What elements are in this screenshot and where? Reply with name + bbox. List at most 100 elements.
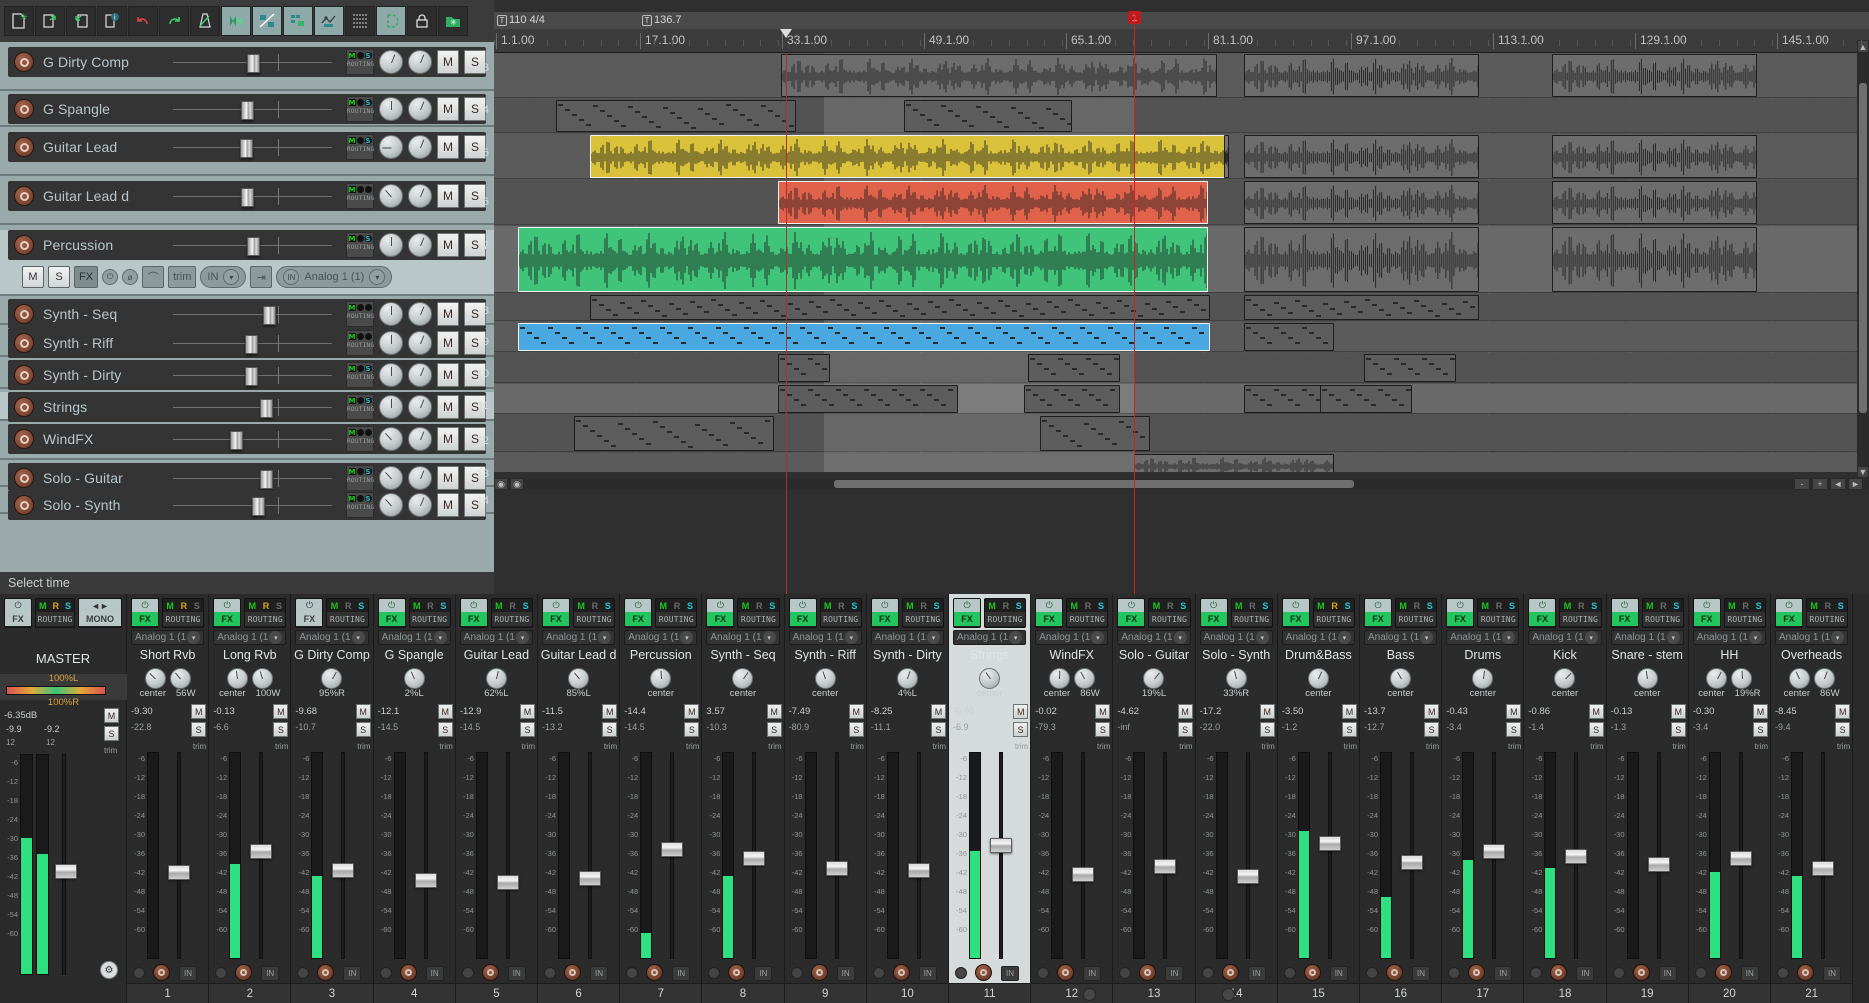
channel-peak-value[interactable]: -12.7 <box>1364 722 1385 732</box>
channel-rec-indicator[interactable]: R <box>509 601 516 611</box>
channel-record-arm-button[interactable] <box>400 964 417 981</box>
channel-solo-button[interactable]: S <box>520 722 535 737</box>
master-fader-cap[interactable] <box>55 864 77 879</box>
track-volume-slider[interactable] <box>169 428 336 450</box>
channel-routing-button[interactable]: MRSROUTING <box>409 598 451 628</box>
record-arm-button[interactable] <box>14 304 34 324</box>
chevron-down-icon[interactable]: ▾ <box>434 631 447 644</box>
channel-fader-track[interactable] <box>917 752 921 959</box>
channel-input-selector[interactable]: Analog 1 (1▾ <box>1528 630 1601 645</box>
arrange-scroll-right-button[interactable]: ► <box>1848 478 1863 490</box>
channel-solo-button[interactable]: S <box>931 722 946 737</box>
power-icon[interactable]: ⏻ <box>461 599 487 612</box>
track-panel[interactable]: StringsMSROUTINGMS11 <box>0 392 494 421</box>
channel-io-button[interactable]: IN <box>919 966 937 981</box>
mixer-channel-strip[interactable]: ⏻FXMRSROUTINGAnalog 1 (1▾Solo - Guitar19… <box>1113 594 1195 1003</box>
channel-routing-button[interactable]: MRSROUTING <box>1559 598 1601 628</box>
channel-mute-button[interactable]: M <box>1835 704 1850 719</box>
channel-volume-value[interactable]: -3.50 <box>1282 706 1304 717</box>
channel-io-button[interactable]: IN <box>1576 966 1594 981</box>
track-volume-slider[interactable] <box>169 396 336 418</box>
mixer-channel-strip[interactable]: ⏻FXMRSROUTINGAnalog 1 (1▾Synth - Seqcent… <box>702 594 784 1003</box>
channel-mute-indicator[interactable]: M <box>577 601 585 611</box>
channel-peak-value[interactable]: -80.9 <box>789 722 810 732</box>
channel-record-arm-button[interactable] <box>153 964 170 981</box>
power-icon[interactable]: ⏻ <box>5 599 31 612</box>
track-pan-knob[interactable] <box>379 331 403 355</box>
channel-fader-track[interactable] <box>588 752 592 959</box>
track-width-knob[interactable] <box>408 184 432 208</box>
channel-routing-button[interactable]: MRSROUTING <box>162 598 204 628</box>
channel-pan-knob[interactable] <box>979 668 1000 689</box>
channel-solo-button[interactable]: S <box>1424 722 1439 737</box>
track-width-knob[interactable] <box>408 493 432 517</box>
master-mute-indicator[interactable]: M <box>39 601 47 611</box>
channel-pan-knob[interactable] <box>404 668 425 689</box>
channel-peak-value[interactable]: -1.2 <box>1282 722 1298 732</box>
channel-volume-value[interactable]: -0.13 <box>1611 706 1633 717</box>
channel-trim-label[interactable]: trim <box>1015 742 1028 751</box>
channel-volume-value[interactable]: -8.25 <box>871 706 893 717</box>
channel-width-value[interactable]: 19%R <box>1735 688 1761 699</box>
channel-solo-button[interactable]: S <box>1835 722 1850 737</box>
channel-fader-cap[interactable] <box>1319 836 1341 851</box>
channel-volume-value[interactable]: -14.4 <box>624 706 646 717</box>
channel-fader-cap[interactable] <box>908 863 930 878</box>
track-name[interactable]: Synth - Riff <box>43 335 163 351</box>
power-icon[interactable]: ⏻ <box>872 599 898 612</box>
chevron-down-icon[interactable]: ▾ <box>1502 631 1515 644</box>
channel-trim-label[interactable]: trim <box>1590 742 1603 751</box>
track-pan-knob[interactable] <box>379 97 403 121</box>
channel-envelope-button[interactable] <box>1119 967 1131 979</box>
channel-pan-knob[interactable] <box>732 668 753 689</box>
track-fx-bypass-icon[interactable]: ⏻ <box>102 269 118 285</box>
channel-solo-indicator[interactable]: S <box>769 601 775 611</box>
media-item[interactable] <box>590 135 1228 178</box>
channel-volume-value[interactable]: -0.02 <box>1035 706 1057 717</box>
project-info-icon[interactable]: i <box>97 6 127 36</box>
track-pan-knob[interactable] <box>379 184 403 208</box>
channel-solo-indicator[interactable]: S <box>358 601 364 611</box>
channel-mute-button[interactable]: M <box>931 704 946 719</box>
channel-mute-indicator[interactable]: M <box>1728 601 1736 611</box>
channel-trim-label[interactable]: trim <box>933 742 946 751</box>
track-volume-slider[interactable] <box>169 467 336 489</box>
track-pan-knob[interactable] <box>379 466 403 490</box>
channel-pan-knob[interactable] <box>1226 668 1247 689</box>
channel-mute-button[interactable]: M <box>1178 704 1193 719</box>
tempo-marker[interactable]: T110 4/4 <box>497 14 545 26</box>
channel-fx-button[interactable]: ⏻FX <box>542 598 570 628</box>
channel-name[interactable]: G Dirty Comp <box>291 645 372 665</box>
channel-mute-indicator[interactable]: M <box>1317 601 1325 611</box>
channel-rec-indicator[interactable]: R <box>1825 601 1832 611</box>
channel-io-button[interactable]: IN <box>1165 966 1183 981</box>
chevron-down-icon[interactable]: ▾ <box>352 631 365 644</box>
channel-solo-button[interactable]: S <box>273 722 288 737</box>
chevron-down-icon[interactable]: ▾ <box>1174 631 1187 644</box>
mixer-channel-strip[interactable]: ⏻FXMRSROUTINGAnalog 1 (1▾Drumscenter-0.4… <box>1442 594 1524 1003</box>
channel-record-arm-button[interactable] <box>1797 964 1814 981</box>
channel-rec-indicator[interactable]: R <box>427 601 434 611</box>
record-arm-button[interactable] <box>14 137 34 157</box>
channel-input-selector[interactable]: Analog 1 (1▾ <box>378 630 451 645</box>
channel-solo-button[interactable]: S <box>1013 722 1028 737</box>
channel-rec-indicator[interactable]: R <box>674 601 681 611</box>
channel-record-arm-button[interactable] <box>1550 964 1567 981</box>
channel-mute-indicator[interactable]: M <box>1071 601 1079 611</box>
channel-solo-button[interactable]: S <box>1260 722 1275 737</box>
channel-input-selector[interactable]: Analog 1 (1▾ <box>1364 630 1437 645</box>
track-pan-knob[interactable] <box>379 233 403 257</box>
channel-fader-cap[interactable] <box>661 842 683 857</box>
channel-envelope-button[interactable] <box>1448 967 1460 979</box>
mixer-channel-strip[interactable]: ⏻FXMRSROUTINGAnalog 1 (1▾Percussioncente… <box>620 594 702 1003</box>
channel-mute-indicator[interactable]: M <box>660 601 668 611</box>
channel-fader-track[interactable] <box>1821 752 1825 959</box>
channel-peak-value[interactable]: -79.3 <box>1035 722 1056 732</box>
chevron-down-icon[interactable]: ▾ <box>1091 631 1104 644</box>
channel-solo-button[interactable]: S <box>1178 722 1193 737</box>
channel-volume-value[interactable]: -0.30 <box>1693 706 1715 717</box>
channel-solo-button[interactable]: S <box>767 722 782 737</box>
power-icon[interactable]: ⏻ <box>1776 599 1802 612</box>
track-fx-button[interactable]: FX <box>74 266 98 288</box>
channel-mute-indicator[interactable]: M <box>1399 601 1407 611</box>
